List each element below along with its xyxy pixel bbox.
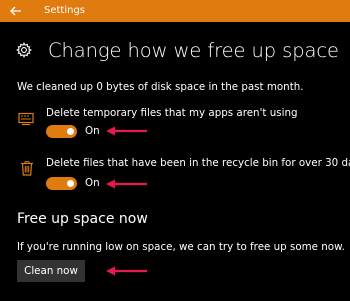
annotation-arrow <box>106 266 147 276</box>
free-up-space-heading: Free up space now <box>17 211 148 227</box>
setting-temp-files-label: Delete temporary files that my apps aren… <box>46 107 298 119</box>
summary-text: We cleaned up 0 bytes of disk space in t… <box>17 81 304 93</box>
page-header: Change how we free up space <box>16 37 339 63</box>
toggle-knob <box>67 128 74 135</box>
toggle-knob <box>67 180 74 187</box>
window-title: Settings <box>44 5 86 16</box>
back-button[interactable] <box>0 0 32 22</box>
recycle-bin-toggle-state: On <box>85 177 100 189</box>
page-title: Change how we free up space <box>48 38 339 62</box>
back-arrow-icon <box>10 6 21 16</box>
computer-monitor-icon <box>18 112 34 126</box>
temp-files-toggle[interactable] <box>46 125 77 138</box>
recycle-bin-icon <box>21 161 33 176</box>
recycle-bin-toggle[interactable] <box>46 177 77 190</box>
annotation-arrow <box>106 179 147 189</box>
temp-files-toggle-state: On <box>85 125 100 137</box>
free-up-space-description: If you're running low on space, we can t… <box>17 241 345 253</box>
setting-recycle-bin-label: Delete files that have been in the recyc… <box>46 157 350 169</box>
gear-icon <box>16 42 32 58</box>
title-bar: Settings <box>0 0 350 22</box>
clean-now-button[interactable]: Clean now <box>17 260 85 282</box>
annotation-arrow <box>106 126 147 136</box>
